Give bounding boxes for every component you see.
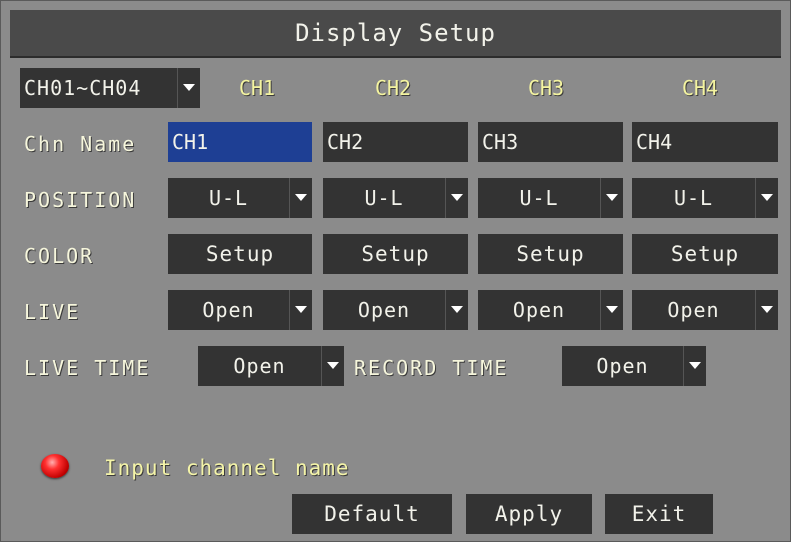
exit-button[interactable]: Exit [605,494,713,534]
color-setup-button-1[interactable]: Setup [168,234,312,274]
color-label: COLOR [24,244,95,268]
chevron-down-icon [445,290,468,330]
color-setup-button-2[interactable]: Setup [323,234,468,274]
position-value: U-L [519,186,559,210]
position-value: U-L [208,186,249,210]
live-value: Open [512,298,566,322]
position-select-2[interactable]: U-L [323,178,468,218]
live-time-select[interactable]: Open [198,346,344,386]
position-label: POSITION [24,188,137,212]
chevron-down-icon [600,290,623,330]
live-label: LIVE [24,300,81,324]
record-time-value: Open [596,354,649,378]
chevron-down-icon [600,178,623,218]
live-value: Open [357,298,411,322]
window-title: Display Setup [10,10,781,58]
live-time-value: Open [233,354,286,378]
live-select-3[interactable]: Open [478,290,623,330]
chevron-down-icon [445,178,468,218]
position-value: U-L [673,186,714,210]
chevron-down-icon [289,178,312,218]
red-indicator-icon [41,454,69,478]
live-value: Open [202,298,255,322]
chn-name-field-4[interactable]: CH4 [632,122,778,162]
live-select-1[interactable]: Open [168,290,312,330]
chn-name-field-3[interactable]: CH3 [478,122,623,162]
chn-name-field-2[interactable]: CH2 [323,122,468,162]
position-value: U-L [364,186,404,210]
record-time-label: RECORD TIME [354,356,509,380]
channel-group-value: CH01~CH04 [24,76,142,100]
channel-header-4: CH4 [681,76,719,100]
live-time-label: LIVE TIME [24,356,151,380]
color-setup-button-3[interactable]: Setup [478,234,623,274]
chevron-down-icon [755,178,778,218]
chn-name-label: Chn Name [24,132,137,156]
live-value: Open [667,298,720,322]
record-time-select[interactable]: Open [562,346,706,386]
chevron-down-icon [289,290,312,330]
chn-name-field-1[interactable]: CH1 [168,122,312,162]
hint-text: Input channel name [104,456,350,480]
channel-group-select[interactable]: CH01~CH04 [20,68,200,108]
channel-header-1: CH1 [238,76,276,100]
chevron-down-icon [683,346,706,386]
channel-header-2: CH2 [374,76,412,100]
position-select-1[interactable]: U-L [168,178,312,218]
apply-button[interactable]: Apply [466,494,592,534]
channel-header-3: CH3 [527,76,565,100]
chevron-down-icon [321,346,344,386]
position-select-3[interactable]: U-L [478,178,623,218]
chevron-down-icon [755,290,778,330]
position-select-4[interactable]: U-L [632,178,778,218]
color-setup-button-4[interactable]: Setup [632,234,778,274]
live-select-2[interactable]: Open [323,290,468,330]
default-button[interactable]: Default [292,494,452,534]
live-select-4[interactable]: Open [632,290,778,330]
